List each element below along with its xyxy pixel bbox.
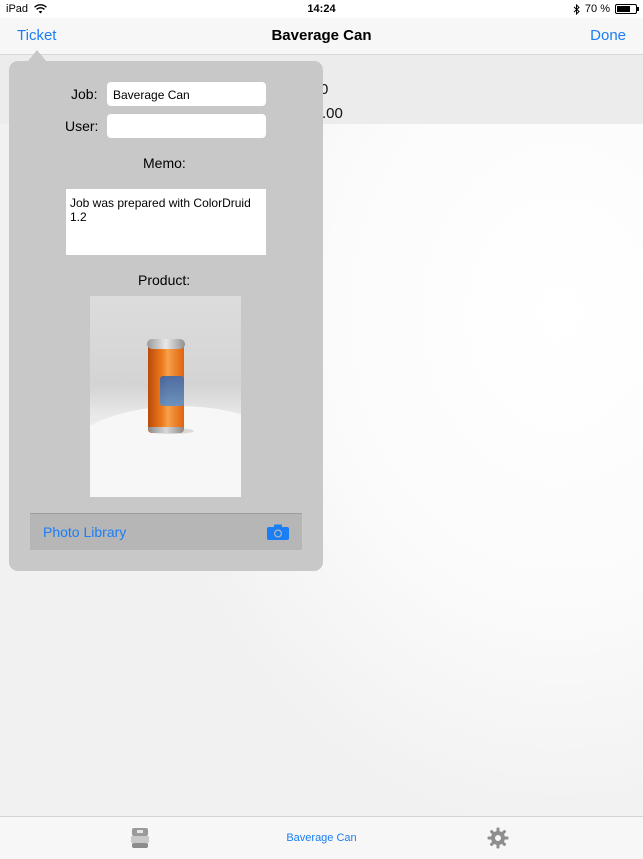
photo-can-base — [148, 427, 184, 433]
photo-can-lid — [147, 339, 185, 349]
product-photo[interactable] — [90, 296, 241, 497]
photo-library-button[interactable]: Photo Library — [43, 524, 126, 540]
tab-job-name[interactable]: Baverage Can — [0, 832, 643, 844]
done-button[interactable]: Done — [590, 27, 626, 44]
navigation-bar: Ticket Baverage Can Done — [0, 18, 643, 55]
product-label: Product: — [138, 272, 191, 288]
gear-icon[interactable] — [487, 827, 509, 849]
status-bar: iPad 14:24 70 % — [0, 0, 643, 18]
background-value-2: .00 — [322, 105, 343, 122]
page-title: Baverage Can — [271, 27, 372, 44]
user-label: User: — [65, 118, 99, 134]
memo-label: Memo: — [143, 155, 186, 171]
popover-arrow — [28, 50, 46, 61]
camera-icon[interactable] — [267, 524, 289, 540]
battery-fill — [617, 6, 630, 12]
battery-icon — [615, 4, 639, 14]
user-field[interactable] — [107, 114, 266, 138]
photo-can-logo — [160, 376, 184, 406]
ticket-popover: Job: Baverage Can User: Memo: Job was pr… — [9, 61, 323, 571]
battery-percent: 70 % — [584, 3, 610, 15]
status-time: 14:24 — [307, 3, 336, 15]
photo-toolbar: Photo Library — [30, 513, 302, 550]
tab-bar: Baverage Can — [0, 816, 643, 859]
memo-field[interactable]: Job was prepared with ColorDruid 1.2 — [66, 189, 266, 255]
job-label: Job: — [71, 86, 98, 102]
job-field[interactable]: Baverage Can — [107, 82, 266, 106]
bluetooth-icon — [573, 3, 580, 15]
